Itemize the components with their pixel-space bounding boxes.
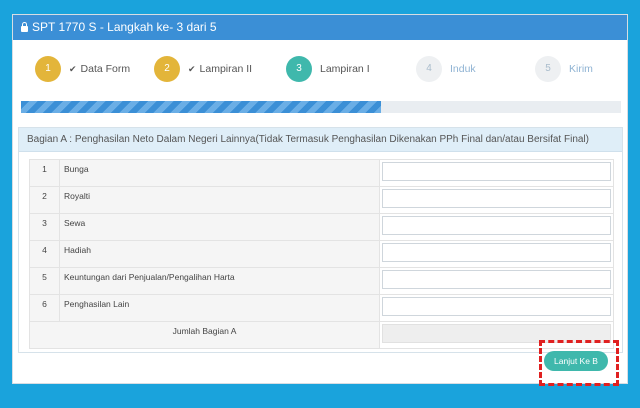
step-3[interactable]: 3 Lampiran I [286,56,370,82]
row-number: 3 [29,213,60,241]
step-2[interactable]: 2 ✔ Lampiran II [154,56,252,82]
royalti-input[interactable] [382,189,611,208]
row-number: 4 [29,240,60,268]
step-5-label: Kirim [569,63,593,75]
section-title: Bagian A : Penghasilan Neto Dalam Negeri… [19,128,622,152]
penghasilan-lain-input[interactable] [382,297,611,316]
step-4-label: Induk [450,63,476,75]
window-title: SPT 1770 S - Langkah ke- 3 dari 5 [32,20,217,34]
step-3-label: Lampiran I [320,63,370,75]
row-label: Penghasilan Lain [59,294,380,322]
wizard-steps: 1 ✔ Data Form 2 ✔ Lampiran II 3 Lampiran… [13,40,627,100]
table-row: 1 Bunga [29,159,614,187]
row-label: Royalti [59,186,380,214]
progress-bar [21,101,621,113]
table-row: 3 Sewa [29,213,614,241]
total-label: Jumlah Bagian A [29,321,380,349]
check-icon: ✔ [69,63,77,74]
row-number: 6 [29,294,60,322]
row-label: Hadiah [59,240,380,268]
row-label: Sewa [59,213,380,241]
spt-window: SPT 1770 S - Langkah ke- 3 dari 5 1 ✔ Da… [12,14,628,384]
lock-icon [21,22,28,32]
step-4[interactable]: 4 Induk [416,56,476,82]
step-5-number: 5 [535,56,561,82]
step-1-number: 1 [35,56,61,82]
hadiah-input[interactable] [382,243,611,262]
progress-bar-fill [21,101,381,113]
step-1[interactable]: 1 ✔ Data Form [35,56,130,82]
table-row: 4 Hadiah [29,240,614,268]
sewa-input[interactable] [382,216,611,235]
bagian-a-panel: Bagian A : Penghasilan Neto Dalam Negeri… [18,127,623,353]
lanjut-ke-b-button[interactable]: Lanjut Ke B [544,351,608,371]
step-2-number: 2 [154,56,180,82]
check-icon: ✔ [188,63,196,74]
row-number: 1 [29,159,60,187]
bunga-input[interactable] [382,162,611,181]
income-table: 1 Bunga 2 Royalti 3 Sewa 4 Hadiah 5 Keun… [29,159,614,349]
table-row: 2 Royalti [29,186,614,214]
total-row: Jumlah Bagian A [29,321,614,349]
step-3-number: 3 [286,56,312,82]
row-label: Keuntungan dari Penjualan/Pengalihan Har… [59,267,380,295]
window-titlebar: SPT 1770 S - Langkah ke- 3 dari 5 [13,15,627,40]
step-1-label: Data Form [80,63,131,75]
table-row: 6 Penghasilan Lain [29,294,614,322]
row-number: 5 [29,267,60,295]
step-2-label: Lampiran II [199,63,253,75]
keuntungan-input[interactable] [382,270,611,289]
table-row: 5 Keuntungan dari Penjualan/Pengalihan H… [29,267,614,295]
row-number: 2 [29,186,60,214]
step-5[interactable]: 5 Kirim [535,56,593,82]
row-label: Bunga [59,159,380,187]
step-4-number: 4 [416,56,442,82]
